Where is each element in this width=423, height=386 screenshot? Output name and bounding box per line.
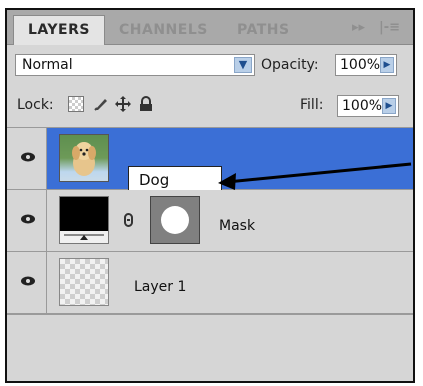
- tab-channels[interactable]: CHANNELS: [119, 16, 208, 44]
- fill-slider-arrow-icon[interactable]: ▶: [382, 98, 396, 114]
- lock-transparent-pixels-icon[interactable]: [68, 96, 84, 112]
- lock-label: Lock:: [17, 97, 54, 113]
- fill-value: 100%: [342, 98, 383, 114]
- eye-icon: [21, 152, 35, 162]
- blend-mode-value: Normal: [22, 57, 73, 73]
- layer-mask-thumbnail[interactable]: [150, 196, 200, 244]
- panel-menu-icon[interactable]: |-≡: [379, 20, 400, 35]
- visibility-toggle[interactable]: [7, 190, 47, 251]
- layer-name-text: Dog: [139, 171, 170, 189]
- lock-image-pixels-icon[interactable]: [93, 96, 109, 112]
- chevron-down-icon[interactable]: ▼: [234, 57, 252, 73]
- visibility-toggle[interactable]: [7, 252, 47, 313]
- layers-panel: LAYERS CHANNELS PATHS ▸▸ |-≡ Normal ▼ Op…: [5, 8, 415, 383]
- opacity-value: 100%: [340, 57, 381, 73]
- layer-name: Mask: [219, 218, 256, 234]
- link-chain-icon[interactable]: [124, 213, 133, 227]
- opacity-label: Opacity:: [261, 57, 319, 73]
- layer-row-mask[interactable]: Mask: [7, 190, 413, 252]
- lock-position-icon[interactable]: [115, 96, 131, 112]
- eye-icon: [21, 214, 35, 224]
- empty-layers-area: [7, 314, 413, 381]
- collapse-panel-icon[interactable]: ▸▸: [352, 20, 365, 35]
- layer-name: Layer 1: [134, 279, 187, 295]
- fill-label: Fill:: [300, 97, 324, 113]
- eye-icon: [21, 276, 35, 286]
- panel-tab-bar: LAYERS CHANNELS PATHS ▸▸ |-≡: [7, 10, 413, 46]
- opacity-slider-arrow-icon[interactable]: ▶: [380, 57, 394, 73]
- fill-field[interactable]: 100% ▶: [337, 95, 399, 117]
- visibility-toggle[interactable]: [7, 128, 47, 189]
- layer-row-layer-1[interactable]: Layer 1: [7, 252, 413, 314]
- lock-all-icon[interactable]: [138, 96, 154, 112]
- opacity-field[interactable]: 100% ▶: [335, 54, 397, 76]
- layer-thumbnail[interactable]: [59, 196, 109, 244]
- blend-row: Normal ▼ Opacity: 100% ▶: [7, 45, 413, 83]
- tab-paths[interactable]: PATHS: [237, 16, 290, 44]
- blend-mode-select[interactable]: Normal ▼: [15, 54, 255, 76]
- lock-row: Lock: Fill: 100% ▶: [7, 83, 413, 128]
- tab-layers[interactable]: LAYERS: [13, 15, 105, 46]
- dog-layer-thumbnail[interactable]: [59, 134, 109, 182]
- transparent-layer-thumbnail[interactable]: [59, 258, 109, 306]
